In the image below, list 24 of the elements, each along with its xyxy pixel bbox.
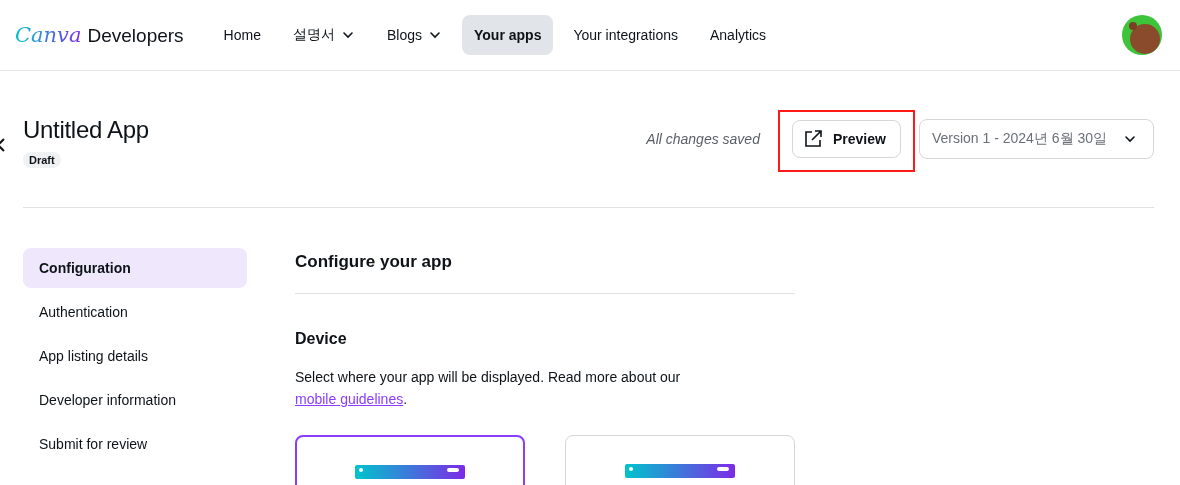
sidebar-item[interactable]: App listing details [23,336,247,376]
sidebar-item[interactable]: Developer information [23,380,247,420]
screen-preview-icon [355,465,465,479]
device-heading: Device [295,330,348,348]
external-link-icon [802,129,823,149]
app-title: Untitled App [23,116,149,144]
sidebar-item[interactable]: Submit for review [23,424,247,464]
device-description: Select where your app will be displayed. Read more about our mobile guidelines. [295,368,682,409]
sidebar-item[interactable]: Authentication [23,292,247,332]
nav-link[interactable]: Home [211,15,273,55]
status-badge: Draft [23,152,61,168]
sidebar-item[interactable]: Configuration [23,248,247,288]
nav-link[interactable]: Your apps [462,15,554,55]
section-heading: Configure your app [295,248,795,294]
avatar-icon[interactable] [1122,15,1162,55]
nav-link[interactable]: Blogs [374,15,454,55]
nav-link[interactable]: Analytics [698,15,778,55]
nav-link[interactable]: 설명서 [280,15,367,55]
preview-button[interactable]: Preview [791,120,901,158]
version-select[interactable]: Version 1 - 2024년 6월 30일 [918,119,1154,159]
canva-developers-logo[interactable]: Canva Developers [15,23,184,47]
screen-preview-icon [625,464,735,478]
save-status: All changes saved [646,131,760,147]
nav-link[interactable]: Your integrations [561,15,690,55]
